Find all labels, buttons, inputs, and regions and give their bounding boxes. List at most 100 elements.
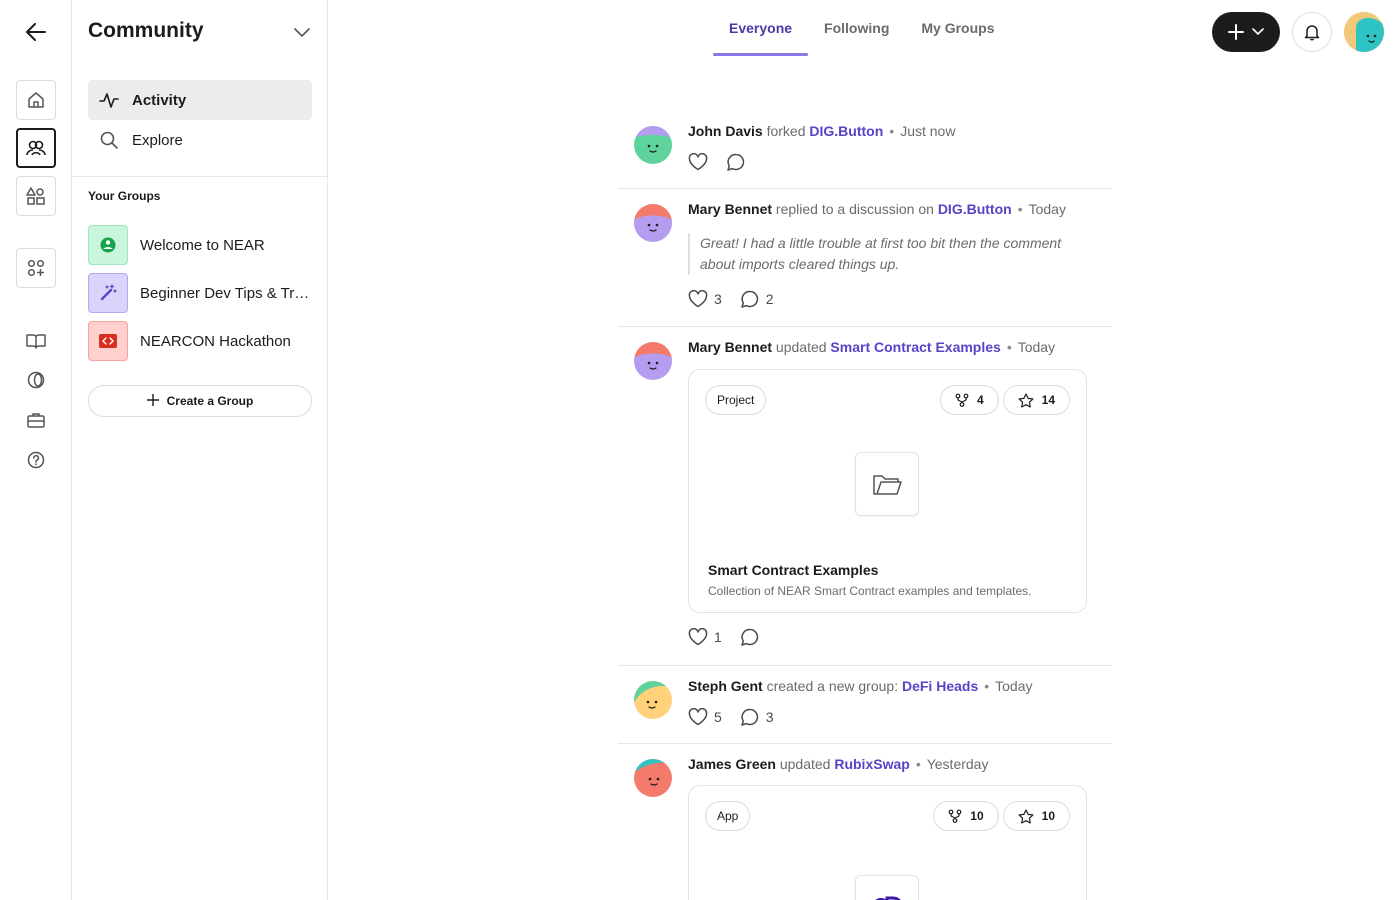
- arrow-left-icon[interactable]: [22, 20, 50, 44]
- post-target-link[interactable]: Smart Contract Examples: [830, 339, 1000, 355]
- post-verb: forked: [766, 123, 806, 139]
- shapes-icon[interactable]: [16, 176, 56, 216]
- fork-count-button[interactable]: 10: [933, 801, 999, 831]
- heart-icon: [688, 153, 708, 171]
- feed-post: Mary Bennet updated Smart Contract Examp…: [618, 327, 1112, 666]
- fork-icon: [955, 393, 969, 407]
- group-item[interactable]: Welcome to NEAR: [88, 225, 318, 265]
- comment-button[interactable]: [726, 153, 746, 171]
- post-user[interactable]: Mary Bennet: [688, 201, 772, 217]
- like-button[interactable]: 1: [688, 628, 722, 646]
- notifications-button[interactable]: [1292, 12, 1332, 52]
- post-header: Steph Gent created a new group: DeFi Hea…: [688, 678, 1033, 694]
- post-verb: updated: [775, 339, 827, 355]
- post-actions: 1: [688, 628, 760, 646]
- star-count-button[interactable]: 14: [1002, 385, 1070, 415]
- heart-icon: [688, 290, 708, 308]
- reply-quote: Great! I had a little trouble at first t…: [688, 233, 1088, 275]
- nav-item-label: Explore: [132, 131, 183, 149]
- user-avatar[interactable]: [1344, 12, 1384, 52]
- post-time: Today: [1017, 339, 1056, 355]
- fork-count: 4: [976, 393, 984, 407]
- magic-wand-icon: [88, 273, 128, 313]
- group-item[interactable]: NEARCON Hackathon: [88, 321, 318, 361]
- post-verb: replied to a discussion on: [775, 201, 934, 217]
- home-icon[interactable]: [16, 80, 56, 120]
- group-name: Beginner Dev Tips & Tricks: [140, 284, 312, 302]
- app-card[interactable]: App 10 10: [688, 785, 1087, 900]
- community-sidebar: Community Activity Explore Your Groups W…: [72, 0, 328, 900]
- card-description: Collection of NEAR Smart Contract exampl…: [708, 584, 1032, 598]
- separator-dot: •: [889, 123, 895, 139]
- star-icon: [1018, 392, 1034, 408]
- post-time: Today: [995, 678, 1033, 694]
- post-user[interactable]: Mary Bennet: [688, 339, 772, 355]
- activity-icon: [98, 89, 120, 111]
- plus-icon: [1228, 24, 1244, 40]
- comment-button[interactable]: 2: [740, 290, 774, 308]
- avatar[interactable]: [634, 759, 672, 797]
- tab-following[interactable]: Following: [808, 0, 905, 56]
- fork-count-button[interactable]: 4: [939, 385, 999, 415]
- comment-count: 3: [765, 709, 774, 725]
- community-icon[interactable]: [16, 128, 56, 168]
- post-user[interactable]: Steph Gent: [688, 678, 763, 694]
- coin-icon[interactable]: [24, 368, 48, 392]
- avatar[interactable]: [634, 342, 672, 380]
- post-user[interactable]: John Davis: [688, 123, 763, 139]
- comment-button[interactable]: [740, 628, 760, 646]
- card-type-badge: App: [705, 801, 751, 831]
- post-time: Today: [1028, 201, 1066, 217]
- bell-icon: [1304, 25, 1320, 41]
- create-group-label: Create a Group: [166, 394, 254, 408]
- post-target-link[interactable]: DeFi Heads: [902, 678, 978, 694]
- project-card[interactable]: Project 4 14 Smart Contract Examples Col…: [688, 369, 1087, 613]
- comment-icon: [727, 153, 745, 171]
- fork-count: 10: [970, 809, 984, 823]
- post-header: Mary Bennet updated Smart Contract Examp…: [688, 339, 1055, 355]
- code-icon: [88, 321, 128, 361]
- post-time: Yesterday: [926, 756, 989, 772]
- group-name: NEARCON Hackathon: [140, 332, 291, 350]
- apps-icon[interactable]: [16, 248, 56, 288]
- sidebar-title: Community: [88, 19, 204, 42]
- post-target-link[interactable]: DIG.Button: [938, 201, 1012, 217]
- chevron-down-icon[interactable]: [291, 22, 313, 44]
- like-button[interactable]: [688, 153, 708, 171]
- post-actions: [688, 153, 746, 171]
- star-count: 14: [1041, 393, 1055, 407]
- heart-icon: [688, 628, 708, 646]
- group-item[interactable]: Beginner Dev Tips & Tricks: [88, 273, 318, 313]
- like-button[interactable]: 5: [688, 708, 722, 726]
- post-verb: created a new group:: [766, 678, 899, 694]
- comment-count: 2: [765, 291, 774, 307]
- post-target-link[interactable]: DIG.Button: [809, 123, 883, 139]
- feed-tabs: Everyone Following My Groups: [713, 0, 1011, 56]
- post-header: John Davis forked DIG.Button • Just now: [688, 123, 955, 139]
- like-button[interactable]: 3: [688, 290, 722, 308]
- app-logo-icon: [855, 875, 919, 900]
- tab-my-groups[interactable]: My Groups: [905, 0, 1010, 56]
- create-group-button[interactable]: Create a Group: [88, 385, 312, 417]
- nav-item-explore[interactable]: Explore: [88, 120, 312, 160]
- post-user[interactable]: James Green: [688, 756, 776, 772]
- avatar[interactable]: [634, 204, 672, 242]
- help-icon[interactable]: [24, 448, 48, 472]
- create-menu-button[interactable]: [1212, 12, 1280, 52]
- briefcase-icon[interactable]: [24, 408, 48, 432]
- star-count-button[interactable]: 10: [1002, 801, 1070, 831]
- avatar[interactable]: [634, 681, 672, 719]
- feed-post: Steph Gent created a new group: DeFi Hea…: [618, 666, 1112, 744]
- tab-everyone[interactable]: Everyone: [713, 0, 809, 56]
- groups-heading: Your Groups: [88, 189, 161, 203]
- nav-item-activity[interactable]: Activity: [88, 80, 312, 120]
- like-count: 1: [714, 629, 722, 645]
- post-verb: updated: [779, 756, 831, 772]
- post-target-link[interactable]: RubixSwap: [834, 756, 909, 772]
- book-icon[interactable]: [24, 329, 48, 353]
- avatar[interactable]: [634, 126, 672, 164]
- comment-button[interactable]: 3: [740, 708, 774, 726]
- post-time: Just now: [900, 123, 956, 139]
- post-actions: 5 3: [688, 708, 774, 726]
- card-stats: 10 10: [933, 801, 1070, 831]
